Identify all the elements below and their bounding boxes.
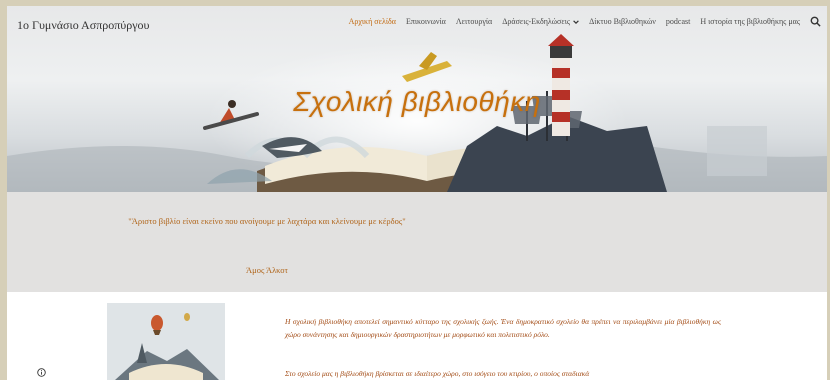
quote-band: "Άριστο βιβλίο είναι εκείνο που ανοίγουμ…	[7, 192, 827, 292]
hero-banner: 1ο Γυμνάσιο Ασπροπύργου Αρχική σελίδα Επ…	[7, 6, 827, 192]
quote-author: Άμος Άλκοτ	[246, 265, 288, 275]
nav-item-home[interactable]: Αρχική σελίδα	[349, 17, 396, 26]
thumbnail-illustration	[107, 303, 225, 380]
site-title[interactable]: 1ο Γυμνάσιο Ασπροπύργου	[17, 18, 149, 33]
page-frame: 1ο Γυμνάσιο Ασπροπύργου Αρχική σελίδα Επ…	[7, 6, 827, 380]
quote-text: "Άριστο βιβλίο είναι εκείνο που ανοίγουμ…	[128, 216, 406, 226]
nav-item-events[interactable]: Δράσεις-Εκδηλώσεις	[502, 17, 579, 26]
info-icon[interactable]	[37, 368, 46, 377]
main-content: Η σχολική βιβλιοθήκη αποτελεί σημαντικό …	[7, 292, 827, 380]
nav-item-podcast[interactable]: podcast	[666, 17, 690, 26]
nav-item-events-label: Δράσεις-Εκδηλώσεις	[502, 17, 571, 26]
chevron-down-icon	[573, 19, 579, 24]
library-thumbnail-image	[107, 303, 225, 380]
main-nav: Αρχική σελίδα Επικοινωνία Λειτουργία Δρά…	[349, 16, 821, 27]
nav-item-library-history[interactable]: Η ιστορία της βιβλιοθήκης μας	[700, 17, 800, 26]
nav-item-library-network[interactable]: Δίκτυο Βιβλιοθηκών	[589, 17, 656, 26]
location-paragraph: Στο σχολείο μας η βιβλιοθήκη βρίσκεται σ…	[285, 369, 590, 378]
nav-item-operation[interactable]: Λειτουργία	[456, 17, 492, 26]
nav-item-contact[interactable]: Επικοινωνία	[406, 17, 446, 26]
search-icon[interactable]	[810, 16, 821, 27]
hero-title: Σχολική βιβλιοθήκη	[293, 86, 541, 117]
intro-paragraph: Η σχολική βιβλιοθήκη αποτελεί σημαντικό …	[285, 317, 721, 339]
